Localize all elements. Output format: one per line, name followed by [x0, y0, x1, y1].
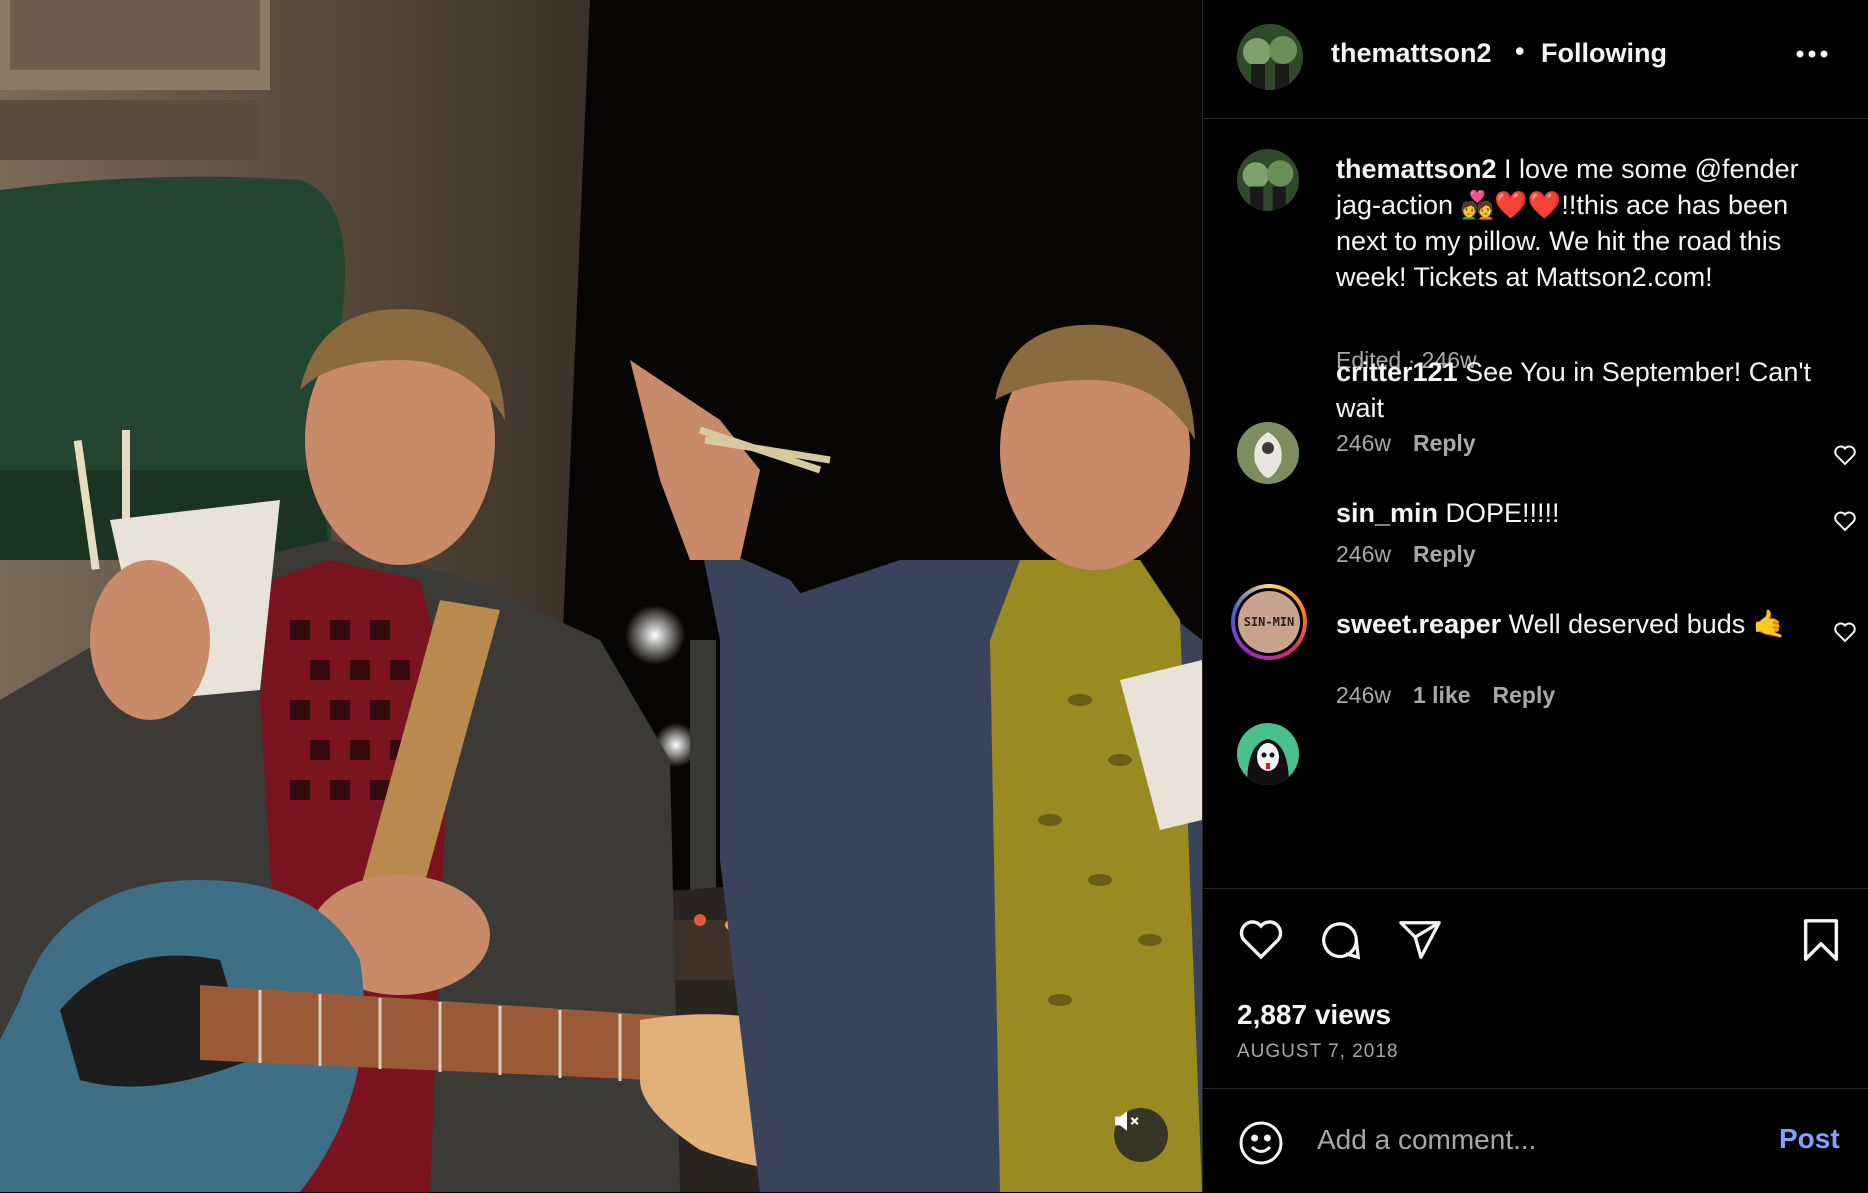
add-comment-bar: Post: [1203, 1088, 1868, 1193]
comment-username-link[interactable]: critter121: [1336, 357, 1458, 387]
comment-age[interactable]: 246w: [1336, 682, 1391, 708]
commenter-avatar[interactable]: [1237, 422, 1299, 484]
comment-likes-count[interactable]: 1 like: [1413, 682, 1471, 708]
share-paper-plane-icon[interactable]: [1397, 917, 1443, 968]
like-comment-heart-icon[interactable]: [1833, 510, 1857, 537]
caption-username-link[interactable]: themattson2: [1336, 154, 1497, 184]
like-comment-heart-icon[interactable]: [1833, 444, 1857, 471]
caption-text: themattson2 I love me some @fender jag-a…: [1336, 151, 1816, 295]
post-header: themattson2 • Following: [1203, 0, 1868, 119]
reply-button[interactable]: Reply: [1493, 682, 1556, 708]
comment-text: sin_min DOPE!!!!!: [1336, 495, 1816, 531]
post-video[interactable]: [0, 0, 1202, 1192]
comment-age[interactable]: 246w: [1336, 541, 1391, 567]
like-heart-icon[interactable]: [1237, 917, 1285, 966]
reply-button[interactable]: Reply: [1413, 430, 1476, 456]
comment-username-link[interactable]: sin_min: [1336, 498, 1438, 528]
author-username-link[interactable]: themattson2: [1331, 38, 1492, 69]
header-separator: •: [1515, 36, 1525, 66]
comment-bubble-icon[interactable]: [1317, 917, 1363, 968]
author-avatar[interactable]: [1237, 24, 1303, 90]
comment-meta: 246w Reply: [1336, 430, 1476, 457]
comments-list: themattson2 I love me some @fender jag-a…: [1203, 119, 1868, 888]
comment-meta: 246w Reply: [1336, 541, 1476, 568]
comment-text: sweet.reaper Well deserved buds 🤙: [1336, 606, 1816, 642]
views-count[interactable]: 2,887 views: [1237, 999, 1391, 1031]
mute-toggle-button[interactable]: [1114, 1108, 1168, 1162]
following-button[interactable]: Following: [1541, 38, 1667, 69]
caption-mention-link[interactable]: @fender: [1695, 154, 1799, 184]
video-frame-illustration: [0, 0, 1202, 1192]
commenter-avatar[interactable]: [1237, 723, 1299, 785]
post-actions: 2,887 views AUGUST 7, 2018: [1203, 888, 1868, 1089]
comment-age[interactable]: 246w: [1336, 430, 1391, 456]
comment-input[interactable]: [1315, 1119, 1759, 1161]
emoji-smiley-icon[interactable]: [1237, 1119, 1285, 1172]
commenter-avatar[interactable]: SIN-MIN: [1231, 584, 1307, 660]
post-sidebar: themattson2 • Following themattson2 I lo…: [1202, 0, 1868, 1192]
post-comment-button[interactable]: Post: [1779, 1123, 1840, 1155]
caption-body-2: jag-action 💑❤️❤️!!this ace has been next…: [1336, 190, 1789, 292]
avatar-label: SIN-MIN: [1243, 615, 1295, 629]
comment-body: Well deserved buds 🤙: [1501, 609, 1787, 639]
comment-body: DOPE!!!!!: [1438, 498, 1560, 528]
reply-button[interactable]: Reply: [1413, 541, 1476, 567]
comment-username-link[interactable]: sweet.reaper: [1336, 609, 1501, 639]
caption-body-1: I love me some: [1496, 154, 1695, 184]
more-horizontal-icon[interactable]: [1795, 46, 1829, 64]
save-bookmark-icon[interactable]: [1801, 917, 1841, 968]
caption-author-avatar[interactable]: [1237, 149, 1299, 211]
post-date[interactable]: AUGUST 7, 2018: [1237, 1041, 1399, 1063]
like-comment-heart-icon[interactable]: [1833, 621, 1857, 648]
comment-text: critter121 See You in September! Can't w…: [1336, 354, 1816, 426]
comment-meta: 246w 1 like Reply: [1336, 682, 1555, 709]
